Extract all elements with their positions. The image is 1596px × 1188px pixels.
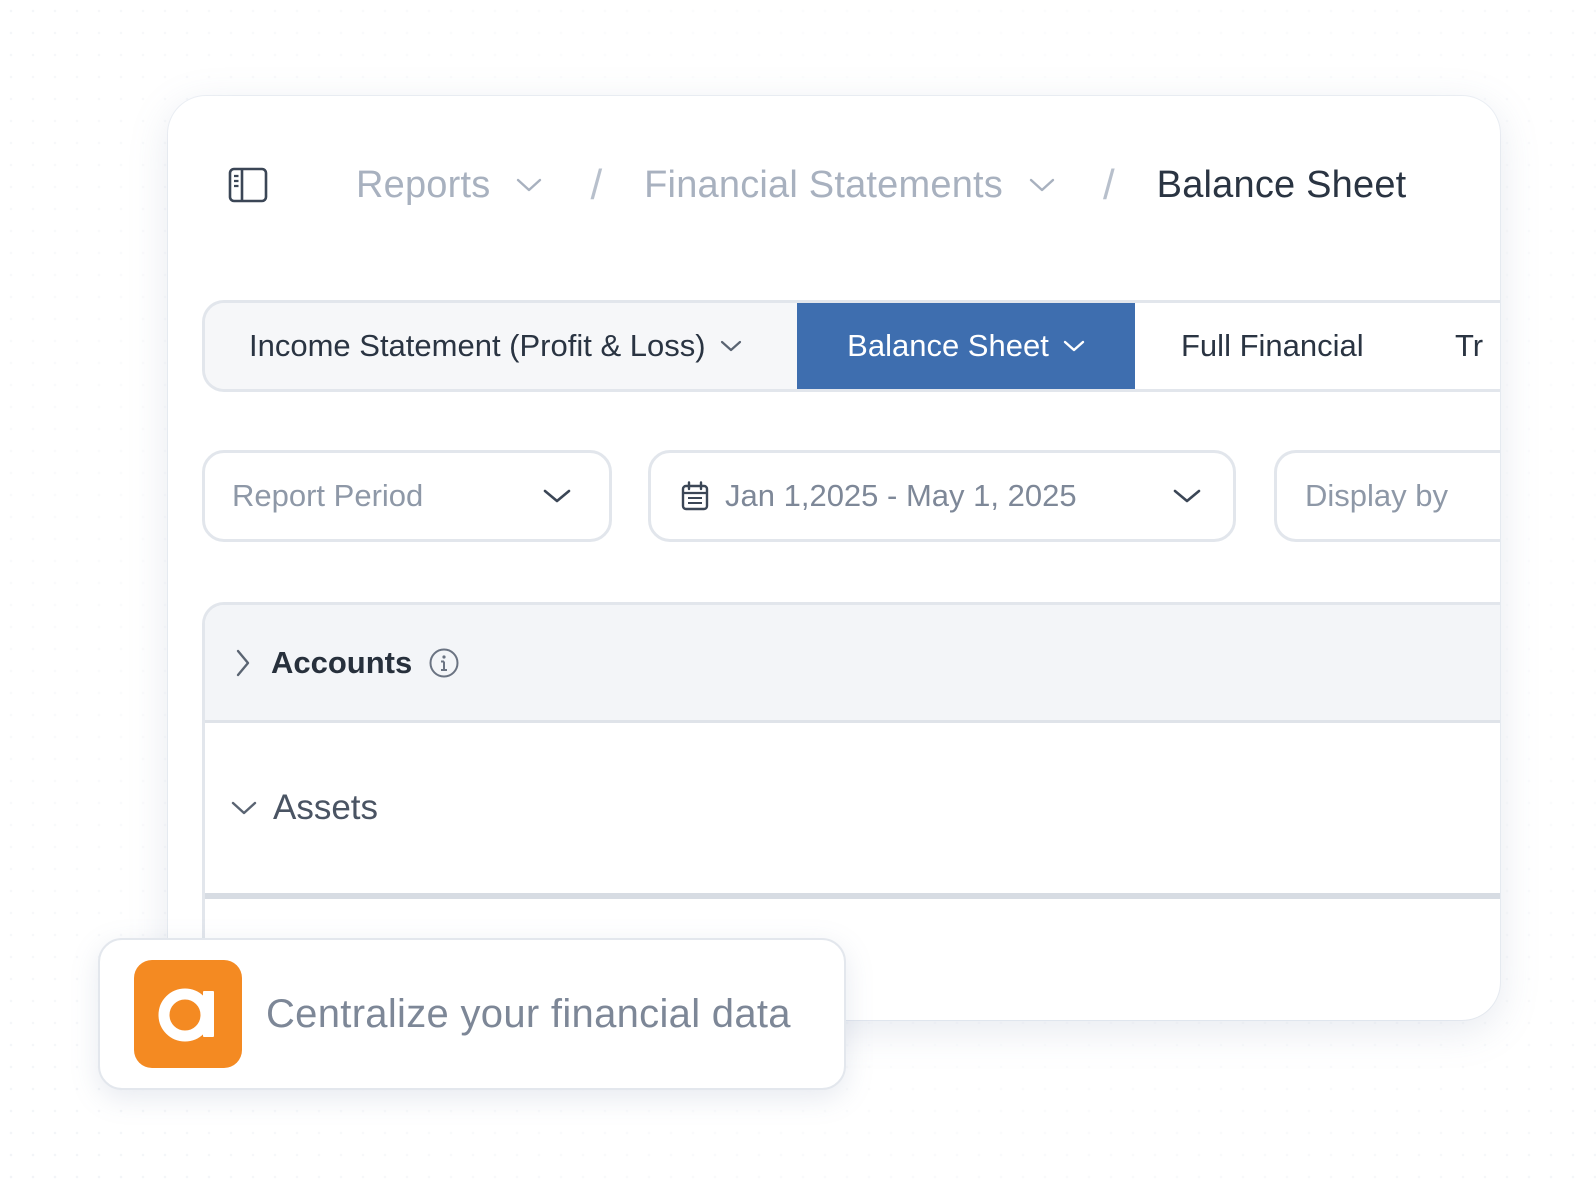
- breadcrumb-financial-statements[interactable]: Financial Statements: [644, 164, 1055, 207]
- tab-full-financial[interactable]: Full Financial: [1135, 303, 1455, 389]
- chevron-right-icon[interactable]: [233, 648, 253, 678]
- tab-truncated[interactable]: Tr: [1455, 303, 1500, 389]
- chevron-down-icon: [1173, 488, 1201, 504]
- accounts-header-row[interactable]: Accounts: [205, 605, 1500, 723]
- breadcrumb-separator: /: [1102, 161, 1115, 208]
- app-window: Reports / Financial Statements / Balance…: [168, 96, 1500, 1020]
- sidebar-panel-icon: [228, 167, 268, 203]
- assets-section-row[interactable]: Assets: [205, 723, 1500, 899]
- sidebar-toggle-button[interactable]: [228, 167, 268, 203]
- accounts-header-label: Accounts: [271, 644, 413, 680]
- date-range-value: Jan 1,2025 - May 1, 2025: [725, 478, 1077, 513]
- report-period-placeholder: Report Period: [232, 478, 424, 513]
- chevron-down-icon: [720, 339, 742, 353]
- chevron-down-icon[interactable]: [231, 799, 257, 817]
- breadcrumb-current-label: Balance Sheet: [1156, 163, 1407, 206]
- report-period-select[interactable]: Report Period: [202, 450, 612, 542]
- tab-label: Tr: [1455, 328, 1484, 363]
- date-range-picker[interactable]: Jan 1,2025 - May 1, 2025: [648, 450, 1236, 542]
- breadcrumb-financial-statements-label: Financial Statements: [644, 163, 1003, 206]
- tab-income-statement[interactable]: Income Statement (Profit & Loss): [205, 303, 797, 389]
- report-tabs: Income Statement (Profit & Loss) Balance…: [202, 300, 1500, 392]
- info-icon[interactable]: [428, 647, 460, 679]
- breadcrumb: Reports / Financial Statements / Balance…: [228, 152, 1406, 218]
- tab-balance-sheet[interactable]: Balance Sheet: [797, 303, 1135, 389]
- breadcrumb-reports-label: Reports: [356, 163, 491, 206]
- calendar-icon: [681, 481, 709, 511]
- brand-logo: [134, 960, 242, 1068]
- display-by-select[interactable]: Display by: [1274, 450, 1500, 542]
- chevron-down-icon: [543, 488, 571, 504]
- breadcrumb-separator: /: [590, 161, 603, 208]
- promo-badge: Centralize your financial data: [98, 938, 846, 1090]
- assets-section-label: Assets: [273, 788, 379, 827]
- tab-label: Income Statement (Profit & Loss): [249, 328, 706, 363]
- breadcrumb-current: Balance Sheet: [1157, 164, 1407, 207]
- chevron-down-icon: [1063, 339, 1085, 353]
- display-by-placeholder: Display by: [1305, 478, 1448, 513]
- tab-label: Full Financial: [1181, 328, 1364, 363]
- tab-label: Balance Sheet: [847, 328, 1049, 363]
- badge-tagline: Centralize your financial data: [266, 991, 791, 1036]
- breadcrumb-reports[interactable]: Reports: [356, 164, 542, 207]
- chevron-down-icon: [516, 177, 542, 193]
- brand-logo-icon: [158, 988, 214, 1042]
- chevron-down-icon: [1029, 177, 1055, 193]
